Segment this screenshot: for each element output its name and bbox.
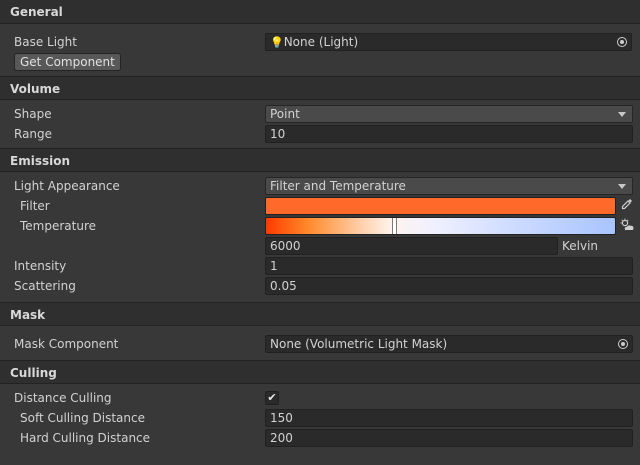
filter-label: Filter: [20, 199, 50, 213]
section-culling[interactable]: Culling: [0, 360, 640, 384]
section-volume[interactable]: Volume: [0, 76, 640, 100]
dropdown-arrow-icon: [618, 112, 626, 117]
get-component-button[interactable]: Get Component: [14, 53, 121, 71]
row-hard-culling: Hard Culling Distance 200: [0, 428, 640, 448]
temperature-gradient[interactable]: [265, 217, 616, 235]
intensity-input[interactable]: 1: [265, 257, 633, 275]
row-soft-culling: Soft Culling Distance 150: [0, 408, 640, 428]
temperature-value-input[interactable]: 6000: [265, 237, 558, 255]
kelvin-unit-label: Kelvin: [562, 239, 599, 253]
filter-color-swatch[interactable]: [265, 197, 616, 215]
row-mask-component: Mask Component None (Volumetric Light Ma…: [0, 334, 640, 354]
soft-culling-label: Soft Culling Distance: [20, 411, 145, 425]
temperature-label: Temperature: [20, 219, 97, 233]
base-light-label: Base Light: [14, 35, 77, 49]
mask-component-label: Mask Component: [14, 337, 119, 351]
scattering-input[interactable]: 0.05: [265, 277, 633, 295]
distance-culling-label: Distance Culling: [14, 391, 112, 405]
row-light-appearance: Light Appearance Filter and Temperature: [0, 176, 640, 196]
row-range: Range 10: [0, 124, 640, 144]
light-appearance-dropdown[interactable]: Filter and Temperature: [265, 177, 633, 195]
range-label: Range: [14, 127, 53, 141]
intensity-label: Intensity: [14, 259, 67, 273]
shape-value: Point: [270, 107, 300, 121]
row-intensity: Intensity 1: [0, 256, 640, 276]
dropdown-arrow-icon: [618, 184, 626, 189]
row-shape: Shape Point: [0, 104, 640, 124]
hard-culling-label: Hard Culling Distance: [20, 431, 151, 445]
eyedropper-icon[interactable]: [619, 198, 635, 214]
row-base-light: Base Light 💡None (Light): [0, 32, 640, 52]
shape-dropdown[interactable]: Point: [265, 105, 633, 123]
base-light-value: None (Light): [283, 35, 359, 49]
sun-cloud-icon[interactable]: [619, 218, 635, 234]
row-temperature: Temperature: [0, 216, 640, 236]
row-filter: Filter: [0, 196, 640, 216]
temperature-slider-handle[interactable]: [391, 218, 397, 234]
object-picker-icon[interactable]: [618, 339, 628, 349]
shape-label: Shape: [14, 107, 52, 121]
light-appearance-label: Light Appearance: [14, 179, 120, 193]
object-picker-icon[interactable]: [617, 37, 627, 47]
checkmark-icon: ✔: [267, 391, 277, 404]
light-appearance-value: Filter and Temperature: [270, 179, 406, 193]
section-mask[interactable]: Mask: [0, 302, 640, 326]
row-get-component: Get Component: [0, 52, 640, 72]
bulb-icon: 💡: [270, 36, 284, 49]
mask-component-field[interactable]: None (Volumetric Light Mask): [265, 335, 633, 353]
mask-component-value: None (Volumetric Light Mask): [270, 337, 448, 351]
distance-culling-checkbox[interactable]: ✔: [265, 391, 279, 405]
row-distance-culling: Distance Culling ✔: [0, 388, 640, 408]
hard-culling-input[interactable]: 200: [265, 429, 633, 447]
section-emission[interactable]: Emission: [0, 148, 640, 172]
range-input[interactable]: 10: [265, 125, 633, 143]
soft-culling-input[interactable]: 150: [265, 409, 633, 427]
scattering-label: Scattering: [14, 279, 76, 293]
row-scattering: Scattering 0.05: [0, 276, 640, 296]
section-general[interactable]: General: [0, 0, 640, 24]
base-light-field[interactable]: 💡None (Light): [265, 33, 632, 51]
row-kelvin: 6000 Kelvin: [0, 236, 640, 256]
